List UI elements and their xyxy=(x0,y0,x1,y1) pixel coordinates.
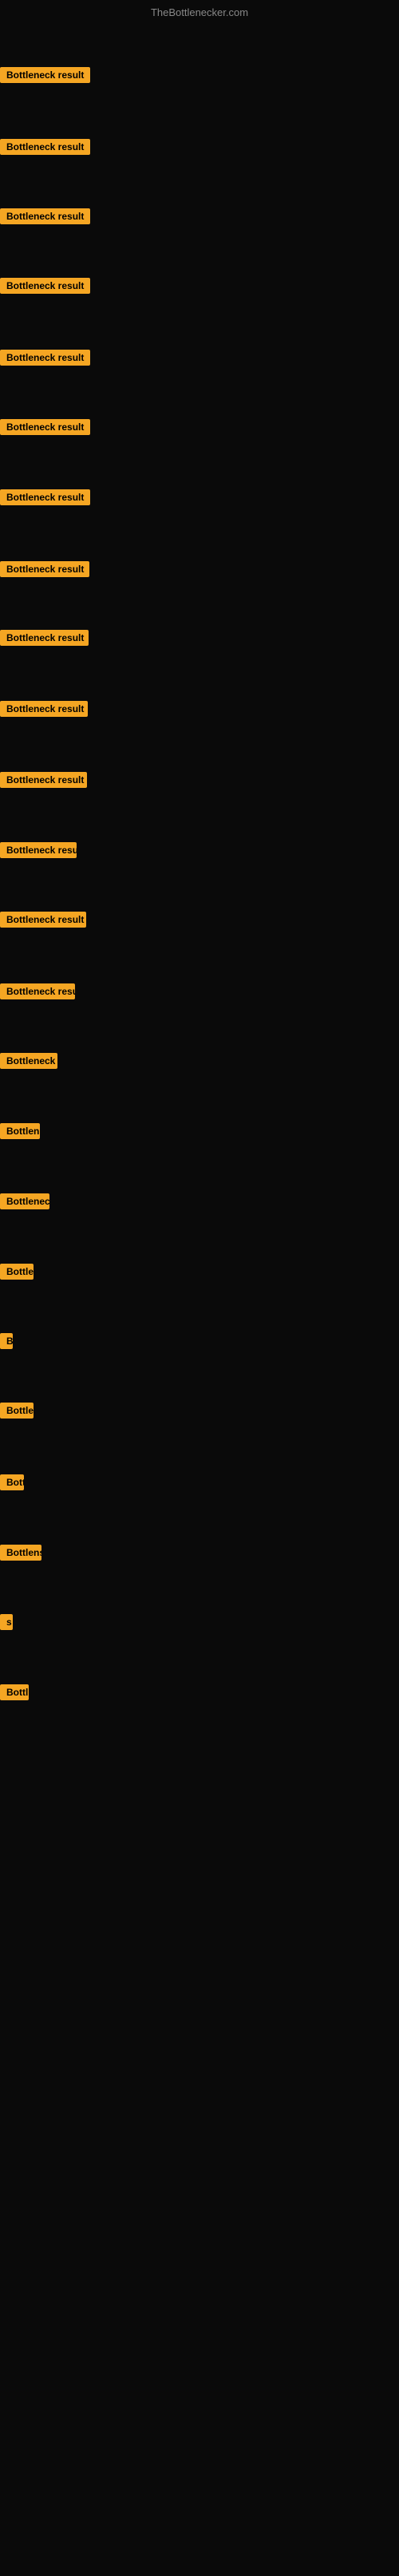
bottleneck-badge-21: Bott xyxy=(0,1474,24,1490)
bottleneck-badge-19: B xyxy=(0,1333,13,1349)
bottleneck-badge-6: Bottleneck result xyxy=(0,419,90,435)
bottleneck-result-item-3: Bottleneck result xyxy=(0,208,90,228)
bottleneck-badge-2: Bottleneck result xyxy=(0,139,90,155)
site-title: TheBottlenecker.com xyxy=(0,0,399,22)
bottleneck-badge-9: Bottleneck result xyxy=(0,630,89,646)
bottleneck-badge-18: Bottle xyxy=(0,1264,34,1280)
bottleneck-result-item-23: s xyxy=(0,1614,13,1634)
bottleneck-badge-22: Bottlens xyxy=(0,1545,41,1561)
bottleneck-result-item-11: Bottleneck result xyxy=(0,772,87,792)
bottleneck-badge-1: Bottleneck result xyxy=(0,67,90,83)
bottleneck-badge-7: Bottleneck result xyxy=(0,489,90,505)
bottleneck-result-item-21: Bott xyxy=(0,1474,24,1494)
bottleneck-result-item-20: Bottle xyxy=(0,1403,34,1423)
bottleneck-badge-10: Bottleneck result xyxy=(0,701,88,717)
bottleneck-result-item-17: Bottleneck xyxy=(0,1193,49,1213)
bottleneck-badge-17: Bottleneck xyxy=(0,1193,49,1209)
bottleneck-result-item-2: Bottleneck result xyxy=(0,139,90,159)
bottleneck-badge-13: Bottleneck result xyxy=(0,912,86,928)
bottleneck-result-item-18: Bottle xyxy=(0,1264,34,1284)
bottleneck-result-item-1: Bottleneck result xyxy=(0,67,90,87)
bottleneck-result-item-19: B xyxy=(0,1333,13,1353)
bottleneck-badge-15: Bottleneck r xyxy=(0,1053,57,1069)
bottleneck-result-item-9: Bottleneck result xyxy=(0,630,89,650)
bottleneck-badge-14: Bottleneck resu xyxy=(0,983,75,999)
bottleneck-result-item-6: Bottleneck result xyxy=(0,419,90,439)
bottleneck-badge-5: Bottleneck result xyxy=(0,350,90,366)
bottleneck-badge-24: Bottl xyxy=(0,1684,29,1700)
bottleneck-badge-4: Bottleneck result xyxy=(0,278,90,294)
bottleneck-badge-16: Bottlen xyxy=(0,1123,40,1139)
bottleneck-result-item-12: Bottleneck resu xyxy=(0,842,77,862)
bottleneck-result-item-8: Bottleneck result xyxy=(0,561,89,581)
bottleneck-result-item-5: Bottleneck result xyxy=(0,350,90,370)
bottleneck-badge-8: Bottleneck result xyxy=(0,561,89,577)
bottleneck-result-item-10: Bottleneck result xyxy=(0,701,88,721)
bottleneck-badge-3: Bottleneck result xyxy=(0,208,90,224)
bottleneck-badge-23: s xyxy=(0,1614,13,1630)
bottleneck-result-item-13: Bottleneck result xyxy=(0,912,86,932)
bottleneck-result-item-7: Bottleneck result xyxy=(0,489,90,509)
bottleneck-result-item-22: Bottlens xyxy=(0,1545,41,1565)
bottleneck-result-item-24: Bottl xyxy=(0,1684,29,1704)
bottleneck-badge-11: Bottleneck result xyxy=(0,772,87,788)
bottleneck-result-item-14: Bottleneck resu xyxy=(0,983,75,1003)
bottleneck-result-item-15: Bottleneck r xyxy=(0,1053,57,1073)
bottleneck-badge-20: Bottle xyxy=(0,1403,34,1419)
bottleneck-badge-12: Bottleneck resu xyxy=(0,842,77,858)
bottleneck-result-item-16: Bottlen xyxy=(0,1123,40,1143)
bottleneck-result-item-4: Bottleneck result xyxy=(0,278,90,298)
